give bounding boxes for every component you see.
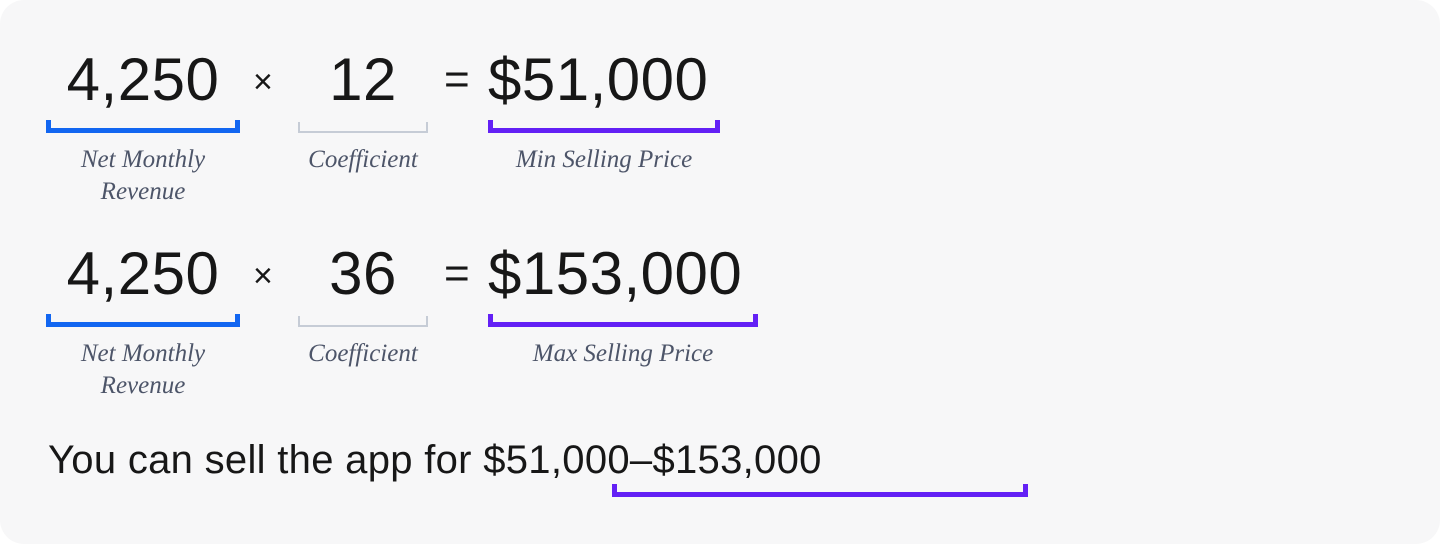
term-coefficient-2: 36 Coefficient — [298, 238, 428, 367]
term-max-selling-price: $153,000 Max Selling Price — [488, 238, 758, 367]
bracket-tick-right — [426, 316, 428, 327]
multiply-operator-2: × — [253, 257, 273, 295]
revenue-value-1: 4,250 — [66, 46, 220, 113]
coefficient-value-2: 36 — [329, 240, 397, 307]
coefficient-underline-2 — [298, 316, 428, 327]
bracket-tick-right — [1023, 484, 1028, 497]
term-coefficient-1: 12 Coefficient — [298, 44, 428, 173]
max-price-underline — [488, 314, 758, 327]
bracket-tick-right — [753, 314, 758, 327]
revenue-caption-2: Net Monthly Revenue — [80, 340, 206, 399]
bracket-bar — [46, 128, 240, 133]
revenue-underline-1 — [46, 120, 240, 133]
coefficient-caption-1: Coefficient — [308, 146, 418, 173]
valuation-card: 4,250 Net Monthly Revenue × 12 Coefficie… — [0, 0, 1440, 544]
max-price-value: $153,000 — [488, 240, 743, 307]
bracket-bar — [46, 322, 240, 327]
conclusion-lead-text: You can sell the app for — [48, 438, 484, 482]
equals-operator-2: = — [444, 249, 470, 298]
bracket-bar — [298, 131, 428, 133]
term-net-monthly-revenue-1: 4,250 Net Monthly Revenue — [46, 44, 240, 205]
bracket-bar — [298, 325, 428, 327]
term-net-monthly-revenue-2: 4,250 Net Monthly Revenue — [46, 238, 240, 399]
multiply-operator-1: × — [253, 63, 273, 101]
bracket-bar — [488, 322, 758, 327]
bracket-bar — [612, 492, 1028, 497]
min-price-caption: Min Selling Price — [515, 146, 693, 173]
revenue-underline-2 — [46, 314, 240, 327]
revenue-value-2: 4,250 — [66, 240, 220, 307]
coefficient-caption-2: Coefficient — [308, 340, 418, 367]
revenue-caption-1: Net Monthly Revenue — [80, 146, 206, 205]
bracket-bar — [488, 128, 720, 133]
conclusion-sentence: You can sell the app for $51,000–$153,00… — [48, 432, 822, 488]
conclusion-range-underline — [612, 484, 1028, 497]
coefficient-underline-1 — [298, 122, 428, 133]
bracket-tick-right — [235, 314, 240, 327]
bracket-tick-right — [715, 120, 720, 133]
term-min-selling-price: $51,000 Min Selling Price — [488, 44, 720, 173]
bracket-tick-right — [426, 122, 428, 133]
min-price-value: $51,000 — [488, 46, 709, 113]
conclusion-price-range: $51,000–$153,000 — [483, 438, 822, 482]
max-price-caption: Max Selling Price — [532, 340, 714, 367]
coefficient-value-1: 12 — [329, 46, 397, 113]
bracket-tick-right — [235, 120, 240, 133]
min-price-underline — [488, 120, 720, 133]
equals-operator-1: = — [444, 55, 470, 104]
